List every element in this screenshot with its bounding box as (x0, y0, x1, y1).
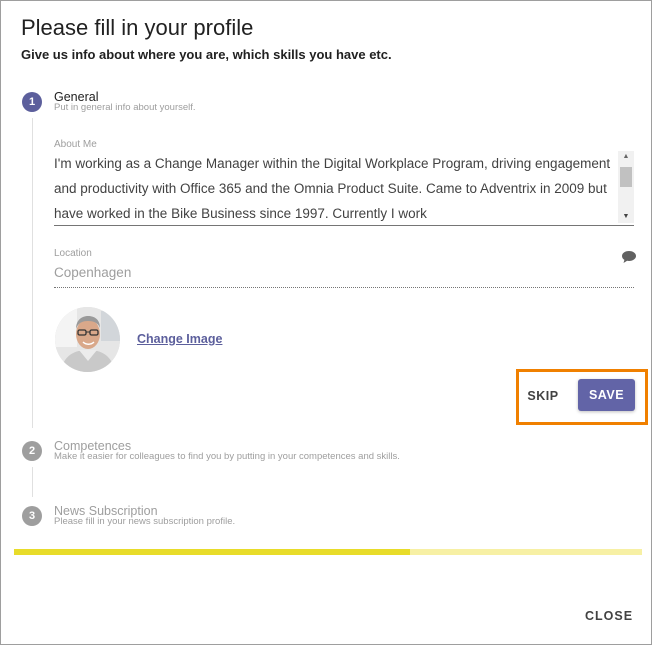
close-button[interactable]: CLOSE (581, 606, 637, 626)
step-1-connector (32, 118, 33, 428)
profile-dialog: Please fill in your profile Give us info… (0, 0, 652, 645)
step-1-number[interactable]: 1 (22, 92, 42, 112)
skip-button[interactable]: SKIP (521, 382, 565, 410)
scroll-down-arrow-icon[interactable]: ▼ (618, 213, 634, 221)
scroll-thumb[interactable] (620, 167, 632, 187)
location-field[interactable]: Copenhagen (54, 265, 131, 280)
scroll-up-arrow-icon[interactable]: ▲ (618, 153, 634, 161)
avatar-photo (55, 307, 120, 372)
about-me-scrollbar[interactable]: ▲ ▼ (618, 151, 634, 223)
about-me-label: About Me (54, 139, 97, 150)
step-3-number[interactable]: 3 (22, 506, 42, 526)
change-image-link[interactable]: Change Image (137, 332, 222, 346)
step-2-connector (32, 467, 33, 497)
step-2-number[interactable]: 2 (22, 441, 42, 461)
avatar (55, 307, 120, 372)
progress-bar (14, 549, 642, 555)
location-underline (54, 287, 634, 288)
save-button[interactable]: SAVE (578, 379, 635, 411)
step-3-description: Please fill in your news subscription pr… (54, 516, 236, 527)
comment-icon[interactable] (622, 251, 636, 263)
step-2-description: Make it easier for colleagues to find yo… (54, 451, 400, 462)
location-label: Location (54, 248, 92, 259)
about-me-textarea[interactable]: I'm working as a Change Manager within t… (54, 151, 616, 223)
dialog-title: Please fill in your profile (21, 15, 254, 40)
dialog-subtitle: Give us info about where you are, which … (21, 47, 392, 62)
step-1-description: Put in general info about yourself. (54, 102, 196, 113)
about-me-underline (54, 225, 634, 226)
progress-bar-fill (14, 549, 410, 555)
